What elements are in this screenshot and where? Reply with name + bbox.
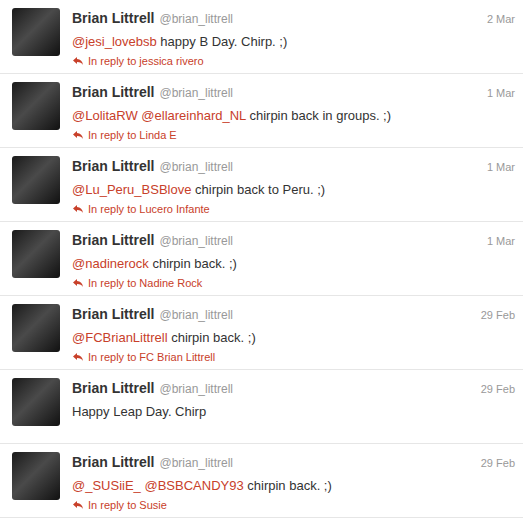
- author-handle[interactable]: @brian_littrell: [159, 232, 233, 250]
- tweet-text-part: chirpin back. ;): [168, 330, 256, 345]
- in-reply-to-link[interactable]: In reply to Susie: [72, 497, 515, 514]
- tweet-text: @LolitaRW @ellareinhard_NL chirpin back …: [72, 107, 515, 125]
- mention-link[interactable]: @BSBCANDY93: [144, 478, 243, 493]
- tweet-text-part: chirpin back. ;): [244, 478, 332, 493]
- tweet-row[interactable]: Brian Littrell @brian_littrell 29 Feb @_SUS…: [0, 444, 523, 518]
- tweet-row[interactable]: Brian Littrell @brian_littrell 29 Feb Happy…: [0, 370, 523, 444]
- in-reply-to-link[interactable]: In reply to FC Brian Littrell: [72, 349, 515, 366]
- author-name[interactable]: Brian Littrell: [72, 156, 154, 177]
- avatar[interactable]: [12, 452, 60, 500]
- mention-link[interactable]: @Lu_Peru_BSBlove: [72, 182, 191, 197]
- tweet-text-part: [141, 478, 145, 493]
- in-reply-to-link[interactable]: In reply to Lucero Infante: [72, 201, 515, 218]
- avatar[interactable]: [12, 304, 60, 352]
- avatar[interactable]: [12, 82, 60, 130]
- mention-link[interactable]: @jesi_lovebsb: [72, 34, 157, 49]
- mention-link[interactable]: @_SUSiiE_: [72, 478, 141, 493]
- tweet-date[interactable]: 29 Feb: [481, 381, 515, 398]
- reply-arrow-icon: [72, 500, 84, 510]
- reply-arrow-icon: [72, 278, 84, 288]
- tweet-row[interactable]: Brian Littrell @brian_littrell 1 Mar @nadin…: [0, 222, 523, 296]
- reply-arrow-icon: [72, 352, 84, 362]
- in-reply-to-link[interactable]: In reply to Nadine Rock: [72, 275, 515, 292]
- tweet-date[interactable]: 2 Mar: [487, 11, 515, 28]
- tweet-text-part: chirpin back to Peru. ;): [191, 182, 325, 197]
- author-name[interactable]: Brian Littrell: [72, 8, 154, 29]
- avatar[interactable]: [12, 156, 60, 204]
- tweet-text: Happy Leap Day. Chirp: [72, 403, 515, 421]
- tweet-row[interactable]: Brian Littrell @brian_littrell 1 Mar @Lu_Pe…: [0, 148, 523, 222]
- author-name[interactable]: Brian Littrell: [72, 378, 154, 399]
- tweet-date[interactable]: 29 Feb: [481, 455, 515, 472]
- tweet-text-part: chirpin back. ;): [149, 256, 237, 271]
- tweet-text: @nadinerock chirpin back. ;): [72, 255, 515, 273]
- author-handle[interactable]: @brian_littrell: [159, 158, 233, 176]
- author-name[interactable]: Brian Littrell: [72, 304, 154, 325]
- author-name[interactable]: Brian Littrell: [72, 452, 154, 473]
- tweet-text-part: Happy Leap Day. Chirp: [72, 404, 206, 419]
- avatar[interactable]: [12, 378, 60, 426]
- mention-link[interactable]: @FCBrianLittrell: [72, 330, 168, 345]
- author-name[interactable]: Brian Littrell: [72, 82, 154, 103]
- author-handle[interactable]: @brian_littrell: [159, 84, 233, 102]
- mention-link[interactable]: @nadinerock: [72, 256, 149, 271]
- tweet-row[interactable]: Brian Littrell @brian_littrell 2 Mar @jesi_…: [0, 0, 523, 74]
- reply-arrow-icon: [72, 130, 84, 140]
- tweet-text: @jesi_lovebsb happy B Day. Chirp. ;): [72, 33, 515, 51]
- author-handle[interactable]: @brian_littrell: [159, 10, 233, 28]
- avatar[interactable]: [12, 230, 60, 278]
- author-name[interactable]: Brian Littrell: [72, 230, 154, 251]
- tweet-row[interactable]: Brian Littrell @brian_littrell 29 Feb @FCBr…: [0, 296, 523, 370]
- tweet-date[interactable]: 29 Feb: [481, 307, 515, 324]
- reply-arrow-icon: [72, 204, 84, 214]
- avatar[interactable]: [12, 8, 60, 56]
- tweet-text-part: happy B Day. Chirp. ;): [157, 34, 288, 49]
- tweet-text-part: [138, 108, 142, 123]
- tweet-date[interactable]: 1 Mar: [487, 85, 515, 102]
- tweet-text-part: chirpin back in groups. ;): [246, 108, 391, 123]
- tweet-text: @Lu_Peru_BSBlove chirpin back to Peru. ;…: [72, 181, 515, 199]
- mention-link[interactable]: @ellareinhard_NL: [141, 108, 246, 123]
- author-handle[interactable]: @brian_littrell: [159, 380, 233, 398]
- author-handle[interactable]: @brian_littrell: [159, 306, 233, 324]
- timeline: Brian Littrell @brian_littrell 2 Mar @jesi_…: [0, 0, 523, 518]
- tweet-date[interactable]: 1 Mar: [487, 233, 515, 250]
- tweet-text: @_SUSiiE_ @BSBCANDY93 chirpin back. ;): [72, 477, 515, 495]
- author-handle[interactable]: @brian_littrell: [159, 454, 233, 472]
- in-reply-to-link[interactable]: In reply to Linda E: [72, 127, 515, 144]
- in-reply-to-link[interactable]: In reply to jessica rivero: [72, 53, 515, 70]
- tweet-row[interactable]: Brian Littrell @brian_littrell 1 Mar @Lolit…: [0, 74, 523, 148]
- reply-arrow-icon: [72, 56, 84, 66]
- mention-link[interactable]: @LolitaRW: [72, 108, 138, 123]
- tweet-date[interactable]: 1 Mar: [487, 159, 515, 176]
- tweet-text: @FCBrianLittrell chirpin back. ;): [72, 329, 515, 347]
